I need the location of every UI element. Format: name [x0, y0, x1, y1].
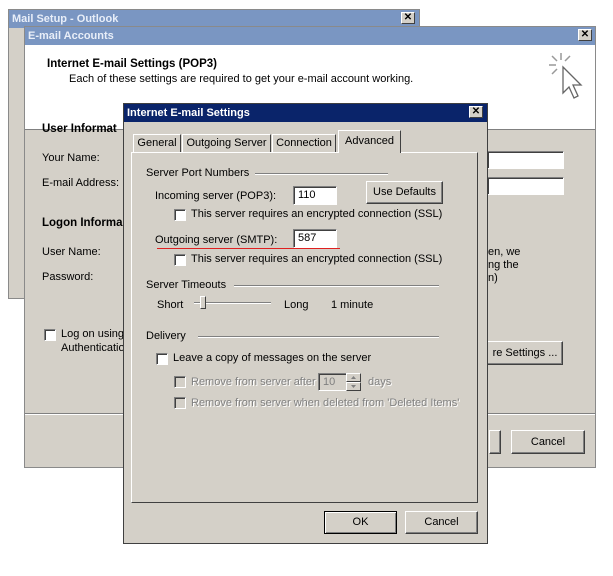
cursor-sparkle-icon: [549, 53, 583, 99]
email-address-label: E-mail Address:: [42, 177, 120, 189]
remove-after-checkbox[interactable]: [174, 376, 186, 388]
outgoing-ssl-checkbox[interactable]: [174, 254, 186, 266]
email-accounts-cancel-button[interactable]: Cancel: [511, 430, 585, 454]
tab-connection[interactable]: Connection: [272, 134, 336, 152]
your-name-field[interactable]: [487, 151, 564, 169]
more-settings-button[interactable]: re Settings ...: [487, 341, 563, 365]
settings-title: Internet E-mail Settings: [127, 107, 250, 119]
ok-label: OK: [352, 516, 369, 528]
incoming-ssl-label: This server requires an encrypted connec…: [191, 208, 443, 220]
email-accounts-heading: Internet E-mail Settings (POP3): [47, 58, 217, 70]
right-text-2: ng the: [488, 259, 519, 271]
more-settings-label: re Settings ...: [492, 347, 558, 359]
outgoing-server-underline: [157, 248, 340, 249]
right-text-1: en, we: [488, 246, 521, 258]
close-icon: ✕: [580, 29, 590, 40]
spin-down-button[interactable]: [346, 382, 361, 391]
email-address-field[interactable]: [487, 177, 564, 195]
your-name-label: Your Name:: [42, 152, 100, 164]
use-defaults-button[interactable]: Use Defaults: [366, 181, 443, 204]
days-spinner[interactable]: [346, 373, 361, 391]
cancel-button[interactable]: Cancel: [405, 511, 478, 534]
spin-down-icon: [351, 385, 356, 388]
password-label: Password:: [42, 271, 94, 283]
spin-up-icon: [351, 376, 356, 379]
close-icon: ✕: [471, 106, 481, 117]
remove-deleted-label: Remove from server when deleted from 'De…: [191, 397, 460, 409]
log-on-using-checkbox[interactable]: [44, 329, 56, 341]
spin-up-button[interactable]: [346, 373, 361, 382]
tab-general-label: General: [137, 137, 177, 149]
user-name-label: User Name:: [42, 246, 101, 258]
outgoing-server-label: Outgoing server (SMTP):: [155, 234, 278, 246]
tab-advanced[interactable]: Advanced: [338, 130, 401, 153]
close-icon: ✕: [403, 12, 413, 23]
log-on-using-label: Log on using: [61, 328, 124, 340]
timeout-slider-thumb[interactable]: [200, 296, 206, 309]
remove-after-days-input[interactable]: 10: [318, 373, 348, 391]
email-accounts-title: E-mail Accounts: [28, 30, 114, 42]
timeout-short-label: Short: [157, 299, 184, 311]
server-timeouts-heading: Server Timeouts: [146, 279, 227, 291]
leave-copy-checkbox[interactable]: [156, 353, 168, 365]
authentication-label: Authenticatio: [61, 342, 125, 354]
delivery-divider: [198, 336, 439, 338]
remove-after-days-value: 10: [323, 376, 336, 388]
incoming-server-port-input[interactable]: 110: [293, 186, 337, 205]
server-timeouts-divider: [234, 285, 439, 287]
timeout-value: 1 minute: [331, 299, 374, 311]
incoming-ssl-checkbox[interactable]: [174, 209, 186, 221]
remove-deleted-checkbox[interactable]: [174, 397, 186, 409]
timeout-long-label: Long: [284, 299, 309, 311]
outgoing-server-port-value: 587: [298, 232, 317, 244]
delivery-heading: Delivery: [146, 330, 186, 342]
email-accounts-cancel-label: Cancel: [530, 436, 566, 448]
settings-close-button[interactable]: ✕: [469, 106, 483, 118]
cancel-label: Cancel: [424, 516, 459, 528]
incoming-server-label: Incoming server (POP3):: [155, 190, 277, 202]
leave-copy-label: Leave a copy of messages on the server: [173, 352, 372, 364]
remove-after-label: Remove from server after: [191, 376, 316, 388]
logon-info-heading: Logon Informa: [42, 217, 123, 229]
email-accounts-subheading: Each of these settings are required to g…: [69, 73, 414, 85]
tab-outgoing-server[interactable]: Outgoing Server: [182, 134, 271, 152]
email-accounts-titlebar: E-mail Accounts: [25, 27, 595, 45]
email-accounts-back-button[interactable]: [489, 430, 501, 454]
outgoing-server-port-input[interactable]: 587: [293, 229, 337, 248]
server-port-numbers-heading: Server Port Numbers: [146, 167, 250, 179]
tab-advanced-label: Advanced: [345, 135, 394, 147]
days-label: days: [368, 376, 392, 388]
email-accounts-close-button[interactable]: ✕: [578, 29, 592, 41]
user-info-heading: User Informat: [42, 123, 117, 135]
incoming-server-port-value: 110: [298, 189, 316, 201]
outgoing-ssl-label: This server requires an encrypted connec…: [191, 253, 443, 265]
right-text-3: n): [488, 272, 498, 284]
tab-general[interactable]: General: [133, 134, 181, 152]
server-port-numbers-divider: [255, 173, 388, 175]
use-defaults-label: Use Defaults: [373, 186, 436, 198]
mail-setup-title: Mail Setup - Outlook: [12, 13, 119, 25]
settings-titlebar: Internet E-mail Settings: [124, 104, 487, 122]
tab-connection-label: Connection: [276, 137, 332, 149]
mail-setup-close-button[interactable]: ✕: [401, 12, 415, 24]
ok-button[interactable]: OK: [324, 511, 397, 534]
tab-outgoing-server-label: Outgoing Server: [186, 137, 267, 149]
